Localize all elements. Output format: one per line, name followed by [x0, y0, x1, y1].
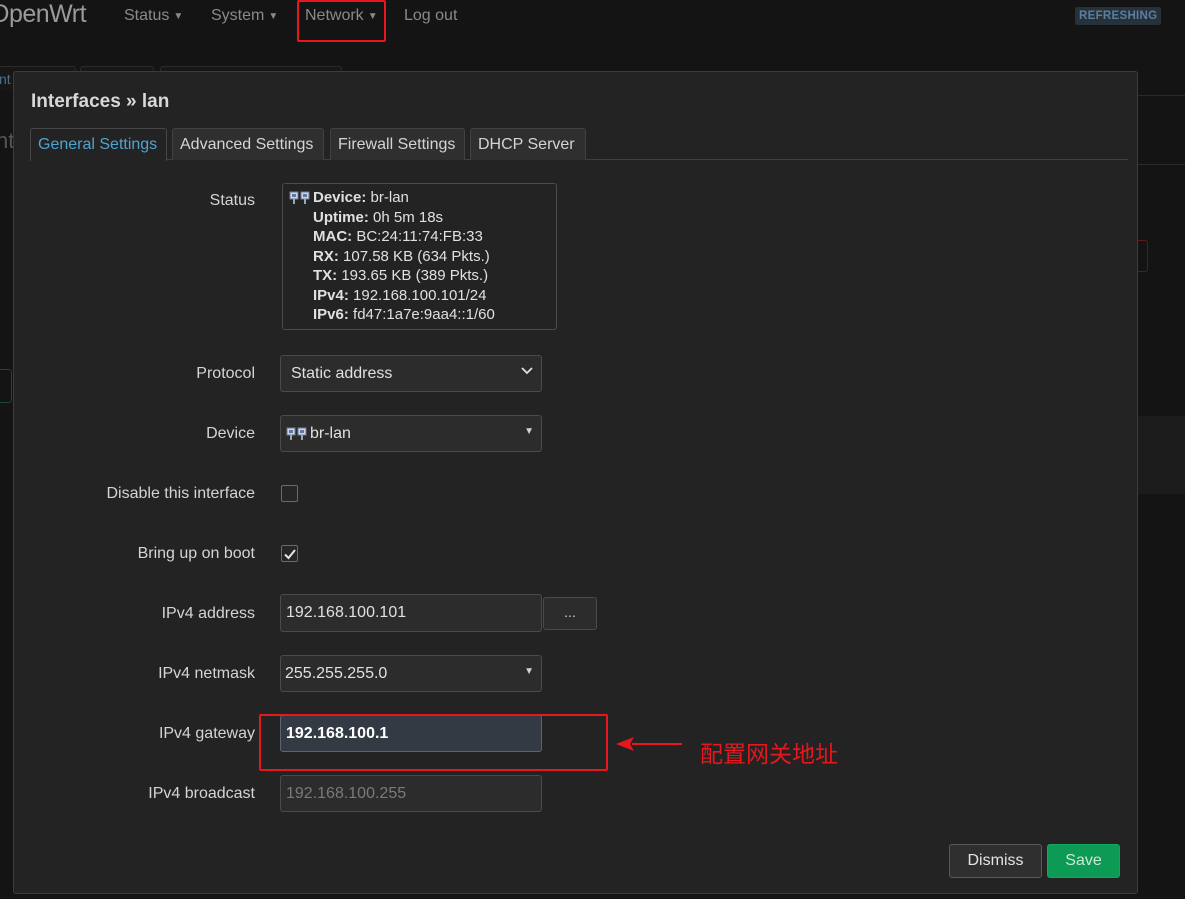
status-uptime-line: Uptime: 0h 5m 18s: [313, 208, 495, 228]
modal-title: Interfaces » lan: [31, 91, 170, 112]
status-value: br-lan: [370, 189, 409, 206]
ipv4-broadcast-input[interactable]: 192.168.100.255: [280, 775, 542, 812]
status-value: 0h 5m 18s: [373, 208, 444, 226]
network-device-icon: [286, 427, 307, 440]
modal-tabs: General Settings Advanced Settings Firew…: [30, 128, 1128, 161]
ipv4-address-input[interactable]: 192.168.100.101: [280, 594, 542, 632]
status-key: RX:: [313, 247, 339, 265]
interface-edit-modal: Interfaces » lan General Settings Advanc…: [13, 71, 1138, 894]
status-device-line: Device: br-lan: [313, 188, 495, 208]
status-value: BC:24:11:74:FB:33: [356, 228, 483, 245]
background-panel: [1138, 416, 1185, 494]
bring-up-on-boot-checkbox[interactable]: [281, 545, 298, 562]
status-key: TX:: [313, 267, 338, 284]
status-ipv4-line: IPv4: 192.168.100.101/24: [313, 286, 495, 306]
ipv4-netmask-value: 255.255.255.0: [285, 665, 388, 682]
tab-dhcp-server[interactable]: DHCP Server: [470, 128, 586, 160]
device-select[interactable]: br-lan ▼: [280, 415, 542, 452]
tab-advanced-settings[interactable]: Advanced Settings: [172, 128, 324, 160]
nav-item-label: Status: [124, 7, 170, 24]
tab-firewall-settings[interactable]: Firewall Settings: [330, 128, 465, 160]
nav-item-status[interactable]: Status ▼: [124, 7, 183, 25]
tab-general-settings[interactable]: General Settings: [30, 128, 167, 161]
status-key: Device:: [313, 189, 367, 206]
protocol-value: Static address: [291, 365, 393, 382]
status-key: MAC:: [313, 228, 353, 245]
background-button: [1138, 240, 1148, 272]
ipv4-gateway-label: IPv4 gateway: [158, 725, 255, 742]
status-tx-line: TX: 193.65 KB (389 Pkts.): [313, 266, 495, 286]
ipv4-netmask-select[interactable]: 255.255.255.0 ▼: [280, 655, 542, 692]
annotation-text: 配置网关地址: [700, 741, 838, 767]
status-key: IPv4:: [313, 286, 349, 304]
save-button[interactable]: Save: [1047, 844, 1120, 878]
status-key: Uptime:: [313, 208, 369, 226]
bring-up-on-boot-label: Bring up on boot: [137, 545, 255, 562]
disable-interface-checkbox[interactable]: [281, 485, 298, 502]
caret-down-icon: ▼: [524, 426, 534, 437]
checkmark-icon: [284, 549, 296, 560]
top-navbar: OpenWrt Status▼ System▼ Network▼ Log out…: [0, 0, 1185, 42]
caret-down-icon: ▼: [173, 11, 184, 22]
add-ipv4-address-button[interactable]: ...: [543, 597, 597, 630]
background-divider: [1138, 95, 1185, 96]
background-divider: [1138, 164, 1185, 165]
chevron-down-icon: [521, 367, 533, 375]
status-rx-line: RX: 107.58 KB (634 Pkts.): [313, 247, 495, 267]
device-label: Device: [206, 425, 255, 442]
disable-interface-label: Disable this interface: [106, 485, 255, 502]
dismiss-button[interactable]: Dismiss: [949, 844, 1042, 878]
status-value: 107.58 KB (634 Pkts.): [343, 247, 490, 265]
status-key: IPv6:: [313, 306, 349, 323]
gateway-highlight-box: [259, 714, 608, 771]
ipv4-address-label: IPv4 address: [161, 605, 255, 622]
ipv4-netmask-label: IPv4 netmask: [158, 665, 255, 682]
annotation-arrow-icon: [616, 737, 682, 751]
status-box: Device: br-lan Uptime: 0h 5m 18s MAC: BC…: [282, 183, 557, 330]
nav-item-label: Log out: [404, 7, 458, 24]
background-button: [0, 369, 12, 403]
status-value: 193.65 KB (389 Pkts.): [341, 267, 489, 284]
refreshing-badge[interactable]: REFRESHING: [1075, 7, 1162, 25]
protocol-select[interactable]: Static address: [280, 355, 542, 392]
status-mac-line: MAC: BC:24:11:74:FB:33: [313, 227, 495, 247]
status-ipv6-line: IPv6: fd47:1a7e:9aa4::1/60: [313, 305, 495, 325]
network-highlight-box: [297, 0, 386, 42]
status-value: 192.168.100.101/24: [353, 286, 487, 304]
nav-item-logout[interactable]: Log out: [404, 7, 457, 25]
device-value: br-lan: [310, 425, 351, 442]
nav-item-label: System: [211, 7, 265, 24]
protocol-label: Protocol: [196, 365, 255, 382]
network-device-icon: [289, 191, 310, 204]
brand-logo[interactable]: OpenWrt: [0, 0, 87, 29]
status-label: Status: [209, 192, 255, 209]
caret-down-icon: ▼: [268, 11, 279, 22]
status-details: Device: br-lan Uptime: 0h 5m 18s MAC: BC…: [313, 188, 495, 325]
ipv4-broadcast-label: IPv4 broadcast: [148, 785, 255, 802]
status-value: fd47:1a7e:9aa4::1/60: [353, 306, 495, 323]
caret-down-icon: ▼: [524, 666, 534, 677]
nav-item-system[interactable]: System ▼: [211, 7, 278, 25]
